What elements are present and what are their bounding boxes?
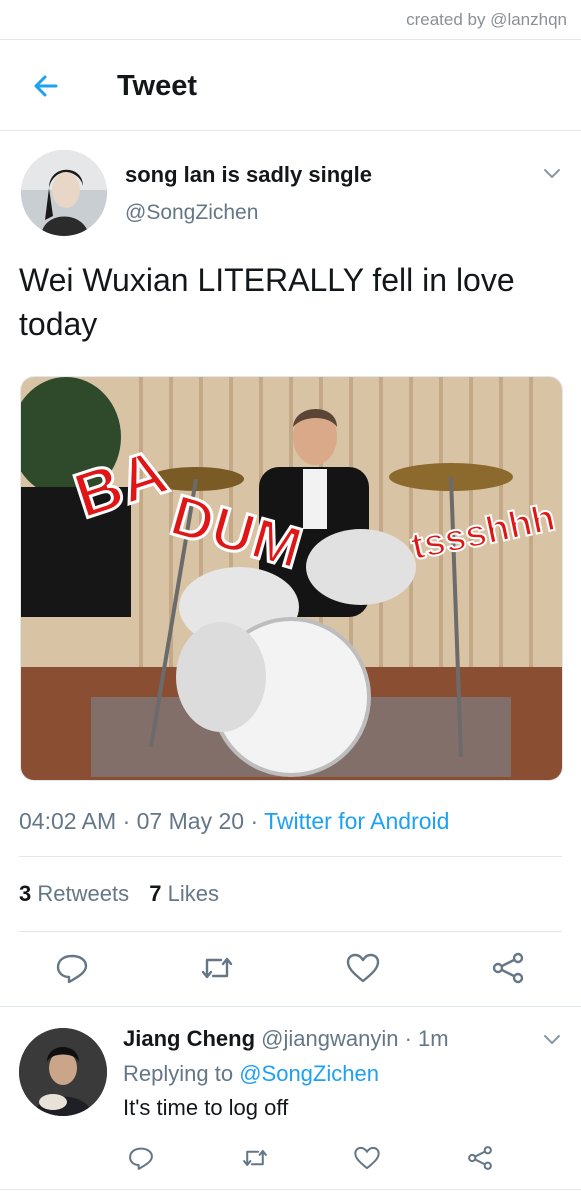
tweet-source-link[interactable]: Twitter for Android	[264, 808, 449, 834]
reply-text: It's time to log off	[123, 1095, 289, 1120]
reply-icon[interactable]	[127, 1144, 155, 1172]
share-icon[interactable]	[466, 1144, 494, 1172]
tweet-metadata: 04:02 AM · 07 May 20 · Twitter for Andro…	[19, 808, 449, 835]
separator: ·	[250, 808, 259, 834]
share-icon[interactable]	[490, 950, 526, 986]
retweet-icon[interactable]	[199, 950, 235, 986]
replying-to-mention[interactable]: @SongZichen	[239, 1061, 379, 1086]
divider	[19, 856, 562, 857]
like-icon[interactable]	[345, 950, 381, 986]
chevron-down-icon[interactable]	[541, 162, 563, 184]
retweets-stat[interactable]: 3 Retweets	[19, 881, 129, 907]
like-icon[interactable]	[353, 1144, 381, 1172]
separator: ·	[404, 1026, 412, 1051]
divider	[19, 931, 562, 932]
tweet-text: Wei Wuxian LITERALLY fell in love today	[19, 262, 515, 342]
replying-to-line: Replying to @SongZichen	[123, 1061, 379, 1087]
reply-avatar[interactable]	[19, 1028, 107, 1116]
reply-timestamp: 1m	[418, 1026, 449, 1051]
tweet-stats: 3 Retweets 7 Likes	[19, 881, 233, 907]
retweets-label: Retweets	[37, 881, 130, 906]
divider	[0, 130, 581, 131]
author-handle[interactable]: @SongZichen	[125, 201, 258, 225]
separator: ·	[122, 808, 131, 834]
divider	[0, 1006, 581, 1007]
tweet-time: 04:02 AM	[19, 808, 117, 834]
retweets-count: 3	[19, 881, 32, 906]
likes-label: Likes	[167, 881, 219, 906]
back-arrow-icon[interactable]	[30, 70, 62, 102]
page-title: Tweet	[117, 70, 198, 102]
replying-prefix: Replying to	[123, 1061, 234, 1086]
divider	[0, 1189, 581, 1190]
retweet-icon[interactable]	[241, 1144, 269, 1172]
likes-count: 7	[149, 881, 162, 906]
tweet-date: 07 May 20	[136, 808, 245, 834]
tweet-media-image[interactable]: BA DUM tssshhh	[20, 376, 563, 781]
likes-stat[interactable]: 7 Likes	[149, 881, 219, 907]
chevron-down-icon[interactable]	[541, 1028, 563, 1050]
reply-author-handle[interactable]: @jiangwanyin	[261, 1026, 398, 1051]
reply-header: Jiang Cheng @jiangwanyin · 1m	[123, 1026, 449, 1052]
author-display-name[interactable]: song lan is sadly single	[125, 162, 372, 188]
credit: created by @lanzhqn	[406, 10, 567, 29]
reply-icon[interactable]	[54, 950, 90, 986]
header: Tweet	[0, 40, 581, 130]
avatar[interactable]	[21, 150, 107, 236]
reply-author-name[interactable]: Jiang Cheng	[123, 1026, 255, 1051]
